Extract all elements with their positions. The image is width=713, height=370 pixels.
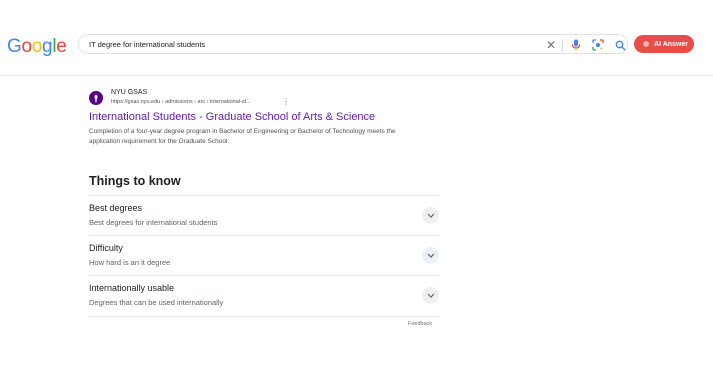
lens-icon[interactable]: [591, 38, 605, 52]
ttk-item-title: Best degrees: [89, 203, 143, 213]
ttk-item-internationally-usable[interactable]: Internationally usable Degrees that can …: [89, 275, 439, 315]
ttk-item-difficulty[interactable]: Difficulty How hard is an it degree: [89, 235, 439, 275]
chevron-down-icon[interactable]: [422, 207, 439, 224]
chevron-down-icon[interactable]: [422, 287, 439, 304]
result-title-link[interactable]: International Students - Graduate School…: [89, 111, 375, 123]
things-to-know-list: Best degrees Best degrees for internatio…: [89, 195, 439, 315]
search-box[interactable]: ✕: [78, 34, 628, 54]
chevron-down-icon[interactable]: [422, 247, 439, 264]
result-url[interactable]: https://gsas.nyu.edu › admissions › arc …: [111, 99, 251, 105]
ttk-item-subtitle: How hard is an it degree: [89, 258, 171, 267]
ttk-item-best-degrees[interactable]: Best degrees Best degrees for internatio…: [89, 195, 439, 235]
search-header: Google ✕: [0, 0, 713, 76]
ttk-item-subtitle: Degrees that can be used internationally: [89, 298, 224, 307]
search-input[interactable]: [89, 37, 529, 52]
result-snippet: Completion of a four-year degree program…: [89, 128, 396, 145]
search-icon[interactable]: [613, 38, 627, 52]
ai-answer-label: AI Answer: [654, 40, 688, 48]
ttk-bottom-divider: [89, 316, 439, 317]
google-logo[interactable]: Google: [7, 36, 67, 58]
result-site-name[interactable]: NYU GSAS: [111, 89, 147, 96]
ai-answer-button[interactable]: AI Answer: [634, 35, 694, 53]
ttk-item-title: Difficulty: [89, 243, 123, 253]
ttk-item-title: Internationally usable: [89, 283, 175, 293]
ai-answer-icon: [643, 41, 649, 47]
close-icon[interactable]: ✕: [544, 38, 558, 52]
more-options-icon[interactable]: ⋮: [282, 98, 290, 106]
feedback-link[interactable]: Feedback: [408, 321, 432, 327]
ttk-item-subtitle: Best degrees for international students: [89, 218, 218, 227]
nyu-favicon-icon[interactable]: [89, 91, 103, 105]
search-divider: [562, 39, 563, 51]
mic-icon[interactable]: [569, 38, 583, 52]
things-to-know-heading: Things to know: [89, 174, 181, 188]
